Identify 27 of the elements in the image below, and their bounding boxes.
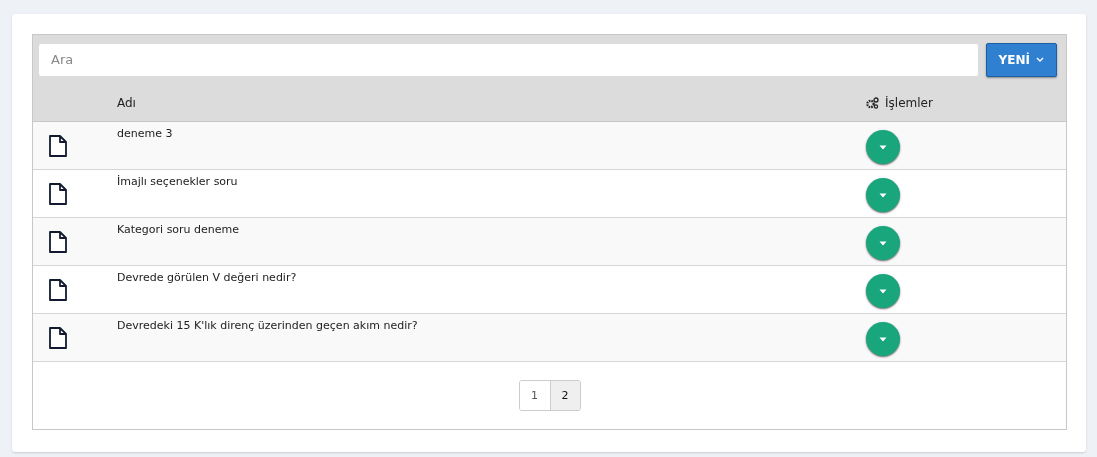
- document-icon: [49, 327, 67, 349]
- document-icon: [49, 183, 67, 205]
- caret-icon: [879, 336, 887, 342]
- caret-icon: [879, 288, 887, 294]
- page-button[interactable]: 2: [549, 381, 580, 410]
- caret-icon: [879, 144, 887, 150]
- row-name: Devredeki 15 K'lık direnç üzerinden geçen akım nedir?: [117, 318, 418, 332]
- search-field[interactable]: Ara: [39, 43, 978, 76]
- document-icon: [49, 135, 67, 157]
- row-name: İmajlı seçenekler soru: [117, 174, 238, 188]
- actions-button[interactable]: [866, 130, 900, 164]
- row-name: Devrede görülen V değeri nedir?: [117, 270, 297, 284]
- column-header: Adı: [117, 95, 136, 110]
- new-button[interactable]: YENİ: [985, 42, 1057, 77]
- document-icon: [49, 231, 67, 253]
- column-header: İşlemler: [885, 95, 933, 110]
- actions-button[interactable]: [866, 322, 900, 356]
- caret-icon: [879, 240, 887, 246]
- document-icon: [49, 279, 67, 301]
- caret-icon: [879, 192, 887, 198]
- actions-button[interactable]: [866, 274, 900, 308]
- actions-button[interactable]: [866, 226, 900, 260]
- actions-button[interactable]: [866, 178, 900, 212]
- row-name: Kategori soru deneme: [117, 222, 240, 236]
- gears-icon: [866, 96, 879, 109]
- row-name: deneme 3: [117, 126, 173, 140]
- caret-icon: [1036, 57, 1044, 62]
